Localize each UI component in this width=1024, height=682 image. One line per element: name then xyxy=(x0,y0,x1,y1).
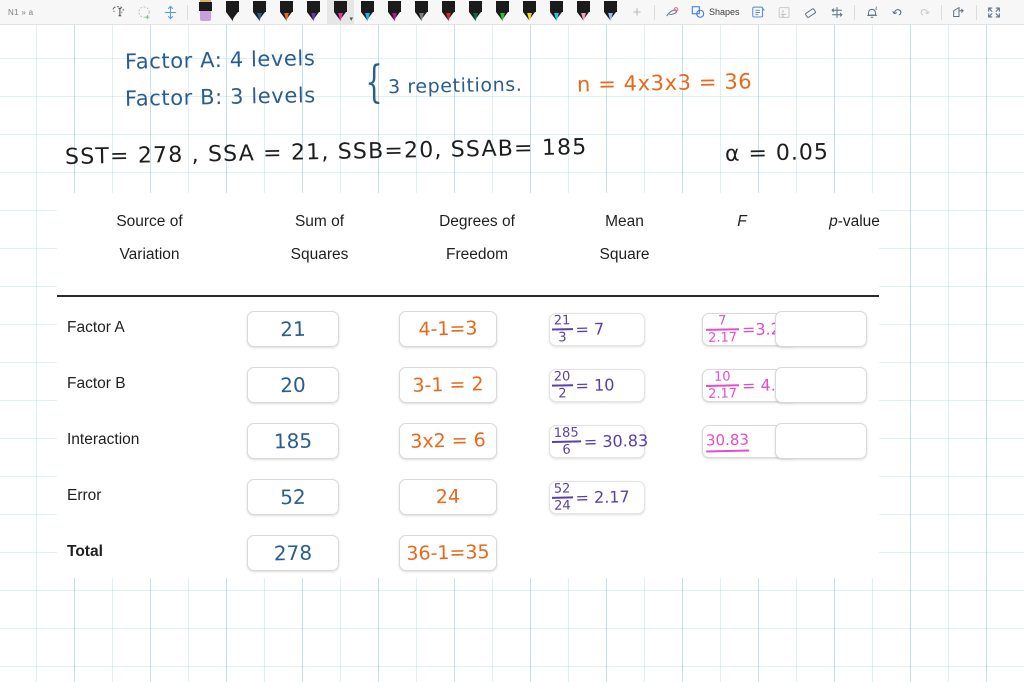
header-f: F xyxy=(737,213,747,230)
notification-bell-icon[interactable]: 4 xyxy=(859,0,885,25)
pen-options-chevron-icon[interactable]: ▾ xyxy=(349,16,353,23)
note-repetitions: 3 repetitions. xyxy=(387,73,523,99)
input-degrees-of-freedom-interaction[interactable]: 3x2 = 6 xyxy=(399,423,497,459)
row-label-error: Error xyxy=(67,487,102,504)
annotation-mean-square-error: 52 24 = 2.17 xyxy=(551,481,630,514)
sticky-note-icon[interactable] xyxy=(746,0,772,25)
note-brace: { xyxy=(365,57,383,108)
pen-tool-pen-magenta[interactable]: ▾ xyxy=(327,0,354,25)
shapes-button[interactable]: Shapes xyxy=(685,0,746,25)
table-header-row: Source of Variation Sum of Squares Degre… xyxy=(57,193,880,293)
breadcrumb[interactable]: N1 » a xyxy=(0,8,105,17)
math-assistant-icon[interactable]: a b xyxy=(772,0,798,25)
row-label-total: Total xyxy=(67,543,103,560)
input-p-value-factor-b[interactable] xyxy=(775,367,867,403)
input-degrees-of-freedom-factor-b[interactable]: 3-1 = 2 xyxy=(399,367,497,403)
svg-text:b: b xyxy=(781,12,784,18)
row-label-interaction: Interaction xyxy=(67,431,140,448)
header-rule xyxy=(57,295,879,297)
header-p-value: p-value xyxy=(829,213,880,230)
note-factor-a: Factor A: 4 levels xyxy=(124,46,316,74)
pen-tool-pen-orange[interactable] xyxy=(273,0,300,25)
input-degrees-of-freedom-error[interactable]: 24 xyxy=(399,479,497,515)
header-sum-of-squares: Sum of Squares xyxy=(290,213,349,263)
note-alpha: α = 0.05 xyxy=(724,140,830,167)
note-factor-b: Factor B: 3 levels xyxy=(124,83,317,111)
pen-tool-pen-violet[interactable] xyxy=(381,0,408,25)
add-pen-button[interactable]: + xyxy=(624,0,650,25)
pen-tool-pen-yellow[interactable] xyxy=(516,0,543,25)
input-sum-of-squares-error[interactable]: 52 xyxy=(247,479,339,515)
collapse-icon[interactable] xyxy=(981,0,1007,25)
header-mean-square: Mean Square xyxy=(599,213,650,263)
svg-text:4: 4 xyxy=(875,5,878,10)
share-icon[interactable] xyxy=(946,0,972,25)
eraser-icon[interactable] xyxy=(798,0,824,25)
annotation-f-interaction: 30.83 xyxy=(705,424,750,459)
notebook-canvas[interactable]: Factor A: 4 levels Factor B: 3 levels { … xyxy=(0,25,1024,682)
pen-tool-pen-green[interactable] xyxy=(489,0,516,25)
toolbar-separator-3 xyxy=(853,4,855,20)
input-sum-of-squares-factor-b[interactable]: 20 xyxy=(247,367,339,403)
pen-tool-pen-pink[interactable] xyxy=(570,0,597,25)
pen-tool-pen-darkgreen[interactable] xyxy=(462,0,489,25)
pen-tool-pen-blue[interactable] xyxy=(246,0,273,25)
pen-tool-pen-black[interactable] xyxy=(219,0,246,25)
pen-tool-pen-red[interactable] xyxy=(435,0,462,25)
ruler-icon[interactable] xyxy=(659,0,685,25)
lasso-select-icon[interactable] xyxy=(105,0,131,25)
select-circle-icon[interactable] xyxy=(131,0,157,25)
note-sums-of-squares: SST= 278 , SSA = 21, SSB=20, SSAB= 185 xyxy=(64,134,588,171)
app-toolbar: N1 » a ▾ + Shapes a b 4 xyxy=(0,0,1024,25)
header-source-of-variation: Source of Variation xyxy=(116,213,183,263)
annotation-mean-square-factor-a: 21 3 = 7 xyxy=(551,313,605,346)
pen-tool-highlighter-yellow[interactable] xyxy=(192,0,219,25)
shapes-label: Shapes xyxy=(709,7,740,17)
input-degrees-of-freedom-factor-a[interactable]: 4-1=3 xyxy=(399,311,497,347)
note-n-formula: n = 4x3x3 = 36 xyxy=(576,69,753,97)
move-icon[interactable] xyxy=(157,0,183,25)
pen-tool-pen-periwinkle[interactable] xyxy=(597,0,624,25)
toolbar-separator-5 xyxy=(975,4,977,20)
anova-table: Source of Variation Sum of Squares Degre… xyxy=(57,193,880,578)
input-p-value-interaction[interactable] xyxy=(775,423,867,459)
annotation-mean-square-interaction: 185 6 = 30.83 xyxy=(551,425,649,458)
toolbar-separator-2 xyxy=(654,4,655,20)
undo-icon[interactable] xyxy=(885,0,911,25)
redo-icon[interactable] xyxy=(911,0,937,25)
pen-strip: ▾ xyxy=(192,0,624,25)
input-degrees-of-freedom-total[interactable]: 36-1=35 xyxy=(399,535,497,571)
ink-to-shape-icon[interactable] xyxy=(824,0,850,25)
toolbar-separator-1 xyxy=(187,4,188,20)
input-sum-of-squares-total[interactable]: 278 xyxy=(247,535,339,571)
input-p-value-factor-a[interactable] xyxy=(775,311,867,347)
row-label-factor-a: Factor A xyxy=(67,319,125,336)
input-sum-of-squares-factor-a[interactable]: 21 xyxy=(247,311,339,347)
header-degrees-of-freedom: Degrees of Freedom xyxy=(439,213,515,263)
shapes-icon xyxy=(691,6,705,18)
pen-tool-pen-cyan[interactable] xyxy=(354,0,381,25)
annotation-mean-square-factor-b: 20 2 = 10 xyxy=(551,369,615,402)
pen-tool-pen-lightblue[interactable] xyxy=(543,0,570,25)
input-sum-of-squares-interaction[interactable]: 185 xyxy=(247,423,339,459)
pen-tool-pen-gray[interactable] xyxy=(408,0,435,25)
row-label-factor-b: Factor B xyxy=(67,375,126,392)
pen-tool-pen-purple[interactable] xyxy=(300,0,327,25)
toolbar-separator-4 xyxy=(940,4,942,20)
